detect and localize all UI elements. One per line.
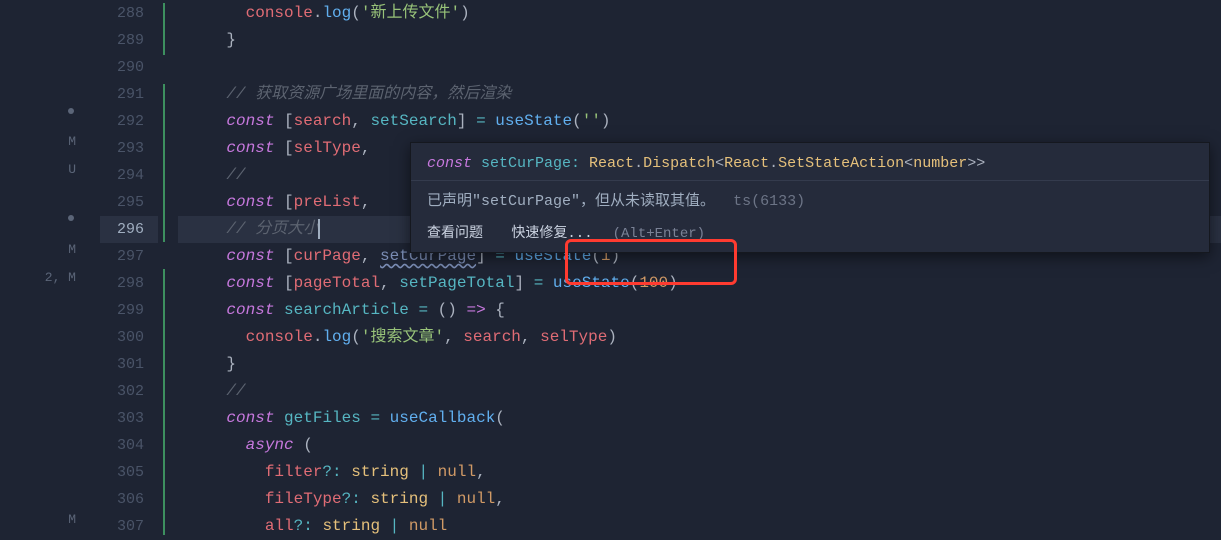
hover-signature: const setCurPage: React.Dispatch<React.S… [411, 151, 1209, 180]
line-number[interactable]: 302 [100, 378, 158, 405]
code-line[interactable]: const [pageTotal, setPageTotal] = useSta… [178, 270, 1221, 297]
line-number[interactable]: 298 [100, 270, 158, 297]
gutter-dot [68, 215, 74, 221]
line-number[interactable]: 303 [100, 405, 158, 432]
line-number-gutter: 2882892902912922932942952962972982993003… [100, 0, 158, 535]
line-number[interactable]: 301 [100, 351, 158, 378]
code-line[interactable]: const searchArticle = () => { [178, 297, 1221, 324]
line-number[interactable]: 288 [100, 0, 158, 27]
gutter-status-mark: M [0, 512, 88, 527]
fold-indicator[interactable] [163, 84, 165, 242]
gutter-status-mark: U [0, 162, 88, 177]
code-line[interactable]: filter?: string | null, [178, 459, 1221, 486]
hover-tscode: ts(6133) [733, 193, 805, 210]
hover-actions: 查看问题 快速修复... (Alt+Enter) [411, 214, 1209, 244]
line-number[interactable]: 289 [100, 27, 158, 54]
hover-message: 已声明"setCurPage"，但从未读取其值。 ts(6133) [411, 180, 1209, 214]
code-line[interactable]: } [178, 351, 1221, 378]
line-number[interactable]: 296 [100, 216, 158, 243]
code-line[interactable]: fileType?: string | null, [178, 486, 1221, 513]
hover-msg-suffix: "，但从未读取其值。 [571, 193, 715, 210]
code-line[interactable]: // [178, 378, 1221, 405]
hover-msg-var: setCurPage [481, 193, 571, 210]
gutter-dot [68, 108, 74, 114]
hover-msg-prefix: 已声明" [427, 193, 481, 210]
line-number[interactable]: 290 [100, 54, 158, 81]
fold-bar [158, 0, 178, 535]
gutter-marks: MUM2, MM [0, 0, 90, 535]
line-number[interactable]: 294 [100, 162, 158, 189]
code-editor[interactable]: console.log('新上传文件') } // 获取资源广场里面的内容，然后… [178, 0, 1221, 535]
line-number[interactable]: 295 [100, 189, 158, 216]
code-line[interactable]: const [search, setSearch] = useState('') [178, 108, 1221, 135]
code-line[interactable]: console.log('新上传文件') [178, 0, 1221, 27]
line-number[interactable]: 292 [100, 108, 158, 135]
view-problem-link[interactable]: 查看问题 [427, 226, 483, 242]
code-line[interactable]: const getFiles = useCallback( [178, 405, 1221, 432]
line-number[interactable]: 300 [100, 324, 158, 351]
line-number[interactable]: 291 [100, 81, 158, 108]
code-line[interactable]: all?: string | null [178, 513, 1221, 540]
line-number[interactable]: 293 [100, 135, 158, 162]
gutter-status-mark: M [0, 242, 88, 257]
line-number[interactable]: 305 [100, 459, 158, 486]
line-number[interactable]: 299 [100, 297, 158, 324]
quick-fix-link[interactable]: 快速修复... [511, 226, 592, 242]
fold-indicator[interactable] [163, 269, 165, 535]
gutter-status-mark: 2, M [0, 270, 88, 285]
hover-tooltip: const setCurPage: React.Dispatch<React.S… [410, 142, 1210, 253]
line-number[interactable]: 306 [100, 486, 158, 513]
code-line[interactable]: // 获取资源广场里面的内容，然后渲染 [178, 81, 1221, 108]
code-line[interactable]: } [178, 27, 1221, 54]
code-line[interactable]: console.log('搜索文章', search, selType) [178, 324, 1221, 351]
code-line[interactable] [178, 54, 1221, 81]
code-line[interactable]: async ( [178, 432, 1221, 459]
line-number[interactable]: 297 [100, 243, 158, 270]
quick-fix-kbd: (Alt+Enter) [613, 226, 705, 242]
fold-indicator[interactable] [163, 3, 165, 55]
line-number[interactable]: 307 [100, 513, 158, 540]
line-number[interactable]: 304 [100, 432, 158, 459]
gutter-status-mark: M [0, 134, 88, 149]
